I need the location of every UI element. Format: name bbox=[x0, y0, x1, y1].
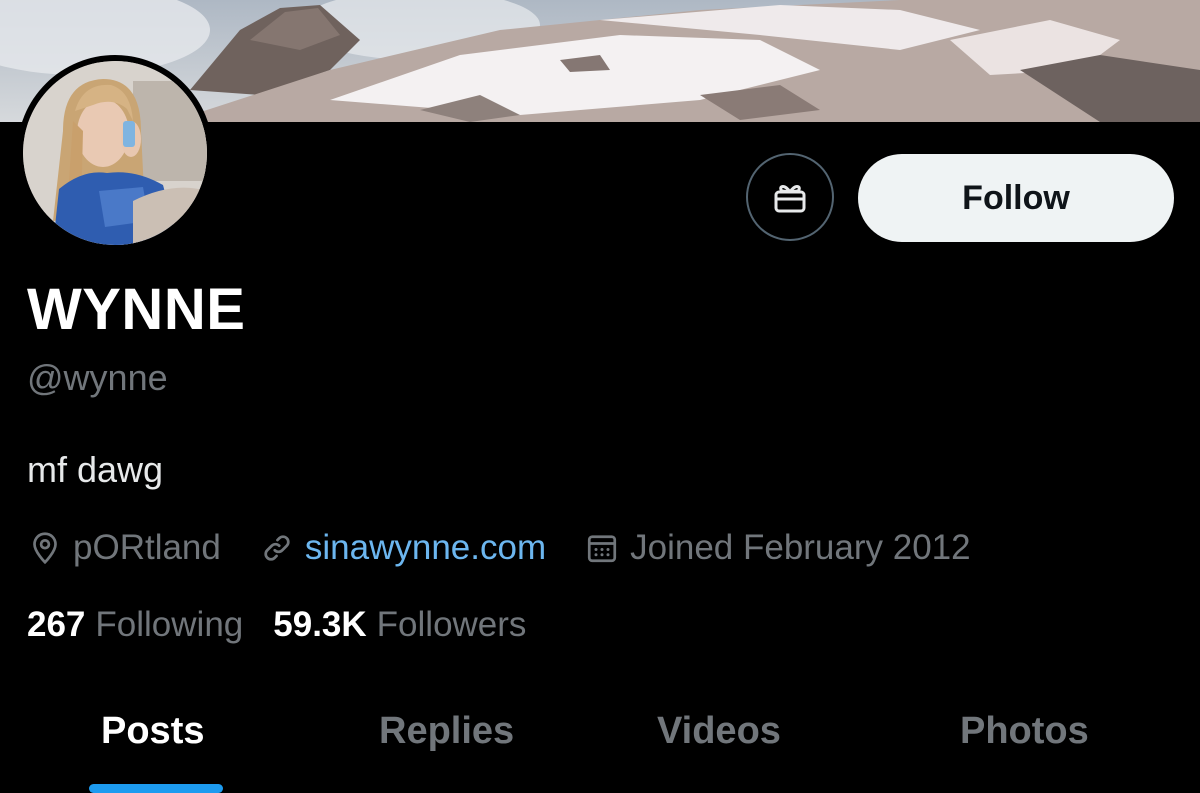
tab-posts[interactable]: Posts bbox=[101, 710, 204, 753]
profile-tabs: Posts Replies Videos Photos bbox=[0, 690, 1200, 793]
location-item: pORtland bbox=[27, 528, 221, 568]
profile-page: Follow WYNNE @wynne mf dawg pORtland sin… bbox=[0, 0, 1200, 793]
tab-photos[interactable]: Photos bbox=[960, 710, 1089, 753]
calendar-icon bbox=[588, 535, 617, 563]
followers-stat[interactable]: 59.3K Followers bbox=[273, 605, 526, 645]
tab-videos[interactable]: Videos bbox=[657, 710, 781, 753]
joined-item: Joined February 2012 bbox=[584, 528, 971, 568]
website-link[interactable]: sinawynne.com bbox=[305, 528, 546, 568]
following-count: 267 bbox=[27, 605, 86, 644]
following-label: Following bbox=[95, 605, 244, 644]
active-tab-indicator bbox=[89, 784, 223, 793]
profile-meta: pORtland sinawynne.com Joined February 2… bbox=[27, 525, 1009, 571]
website-item[interactable]: sinawynne.com bbox=[259, 528, 546, 568]
display-name: WYNNE bbox=[27, 277, 246, 342]
follow-button[interactable]: Follow bbox=[858, 154, 1174, 242]
location-pin-icon bbox=[33, 532, 57, 565]
gift-icon bbox=[774, 185, 806, 213]
link-icon bbox=[264, 535, 290, 561]
avatar[interactable] bbox=[17, 55, 213, 251]
followers-label: Followers bbox=[376, 605, 527, 644]
follow-stats: 267 Following 59.3K Followers bbox=[27, 605, 556, 645]
following-stat[interactable]: 267 Following bbox=[27, 605, 243, 645]
gift-button[interactable] bbox=[746, 153, 834, 241]
joined-text: Joined February 2012 bbox=[630, 528, 971, 567]
location-text: pORtland bbox=[73, 528, 221, 567]
followers-count: 59.3K bbox=[273, 605, 367, 644]
tab-replies[interactable]: Replies bbox=[379, 710, 514, 753]
user-handle: @wynne bbox=[27, 357, 168, 398]
avatar-photo bbox=[23, 61, 207, 245]
avatar-portrait-image bbox=[23, 61, 207, 245]
user-bio: mf dawg bbox=[27, 449, 164, 490]
